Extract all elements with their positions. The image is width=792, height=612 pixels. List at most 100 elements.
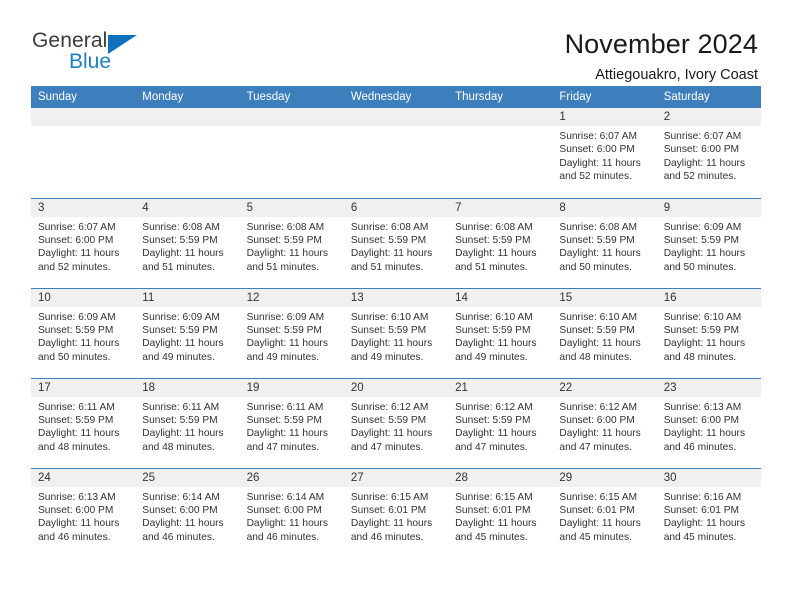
calendar-day-cell[interactable]: 4 Sunrise: 6:08 AM Sunset: 5:59 PM Daylight…	[135, 197, 240, 288]
sunset-text: Sunset: 6:00 PM	[663, 414, 740, 426]
calendar-day-cell[interactable]: 11 Sunrise: 6:09 AM Sunset: 5:59 PM Dayligh…	[135, 287, 240, 378]
sunrise-text: Sunrise: 6:15 AM	[455, 491, 533, 503]
calendar-day-cell[interactable]	[239, 108, 344, 198]
calendar-day-cell[interactable]: 21 Sunrise: 6:12 AM Sunset: 5:59 PM Dayligh…	[448, 377, 553, 468]
calendar-day-cell[interactable]: 26 Sunrise: 6:14 AM Sunset: 6:00 PM Dayligh…	[239, 467, 344, 558]
day-number	[239, 108, 344, 126]
sunset-text: Sunset: 5:59 PM	[38, 414, 114, 426]
calendar-day-cell[interactable]: 29 Sunrise: 6:15 AM Sunset: 6:01 PM Dayligh…	[552, 467, 657, 558]
calendar-day-cell[interactable]: 20 Sunrise: 6:12 AM Sunset: 5:59 PM Dayligh…	[343, 377, 449, 468]
sunset-text: Sunset: 5:59 PM	[559, 324, 635, 336]
daylight-text-line1: Daylight: 11 hours	[350, 338, 433, 350]
daylight-text-line1: Daylight: 11 hours	[663, 518, 746, 530]
day-number	[343, 108, 449, 126]
calendar-day-cell[interactable]: 12 Sunrise: 6:09 AM Sunset: 5:59 PM Dayligh…	[239, 287, 344, 378]
calendar-day-cell[interactable]: 10 Sunrise: 6:09 AM Sunset: 5:59 PM Dayligh…	[31, 287, 136, 378]
calendar-day-cell[interactable]: 25 Sunrise: 6:14 AM Sunset: 6:00 PM Dayligh…	[135, 467, 240, 558]
weekday-header-wednesday: Wednesday	[343, 86, 449, 108]
day-number: 27	[343, 468, 449, 487]
calendar-day-cell[interactable]: 23 Sunrise: 6:13 AM Sunset: 6:00 PM Dayligh…	[656, 377, 761, 468]
calendar-day-cell[interactable]	[31, 108, 136, 198]
calendar-day-cell[interactable]: 24 Sunrise: 6:13 AM Sunset: 6:00 PM Dayligh…	[31, 467, 136, 558]
daylight-text-line1: Daylight: 11 hours	[246, 428, 328, 440]
daylight-text-line2: and 48 minutes.	[38, 441, 111, 453]
daylight-text-line1: Daylight: 11 hours	[142, 248, 224, 260]
calendar-day-cell[interactable]: 1 Sunrise: 6:07 AM Sunset: 6:00 PM Daylight…	[552, 108, 657, 198]
calendar-day-cell[interactable]: 2 Sunrise: 6:07 AM Sunset: 6:00 PM Daylight…	[656, 108, 761, 198]
calendar-day-cell[interactable]: 17 Sunrise: 6:11 AM Sunset: 5:59 PM Dayligh…	[31, 377, 136, 468]
calendar-day-cell[interactable]: 8 Sunrise: 6:08 AM Sunset: 5:59 PM Daylight…	[552, 197, 657, 288]
calendar-day-cell[interactable]: 28 Sunrise: 6:15 AM Sunset: 6:01 PM Dayligh…	[448, 467, 553, 558]
daylight-text-line1: Daylight: 11 hours	[38, 338, 120, 350]
calendar-day-cell[interactable]: 16 Sunrise: 6:10 AM Sunset: 5:59 PM Dayligh…	[656, 287, 761, 378]
sunrise-text: Sunrise: 6:09 AM	[38, 311, 116, 323]
day-details: Sunrise: 6:08 AM Sunset: 5:59 PM Daylight:…	[240, 217, 344, 275]
daylight-text-line2: and 46 minutes.	[663, 441, 737, 453]
sunrise-text: Sunrise: 6:09 AM	[663, 221, 742, 233]
calendar-day-cell[interactable]: 3 Sunrise: 6:07 AM Sunset: 6:00 PM Daylight…	[31, 197, 136, 288]
sunrise-text: Sunrise: 6:07 AM	[38, 221, 116, 233]
day-number: 2	[656, 108, 761, 126]
sunrise-text: Sunrise: 6:07 AM	[663, 131, 742, 142]
calendar-day-cell[interactable]: 18 Sunrise: 6:11 AM Sunset: 5:59 PM Dayligh…	[135, 377, 240, 468]
day-details: Sunrise: 6:08 AM Sunset: 5:59 PM Daylight:…	[552, 217, 656, 275]
calendar-day-cell[interactable]: 30 Sunrise: 6:16 AM Sunset: 6:01 PM Dayligh…	[656, 467, 761, 558]
daylight-text-line1: Daylight: 11 hours	[38, 518, 120, 530]
calendar-day-cell[interactable]: 9 Sunrise: 6:09 AM Sunset: 5:59 PM Daylight…	[656, 197, 761, 288]
sunset-text: Sunset: 5:59 PM	[246, 324, 322, 336]
sunrise-text: Sunrise: 6:11 AM	[246, 401, 324, 413]
daylight-text-line1: Daylight: 11 hours	[455, 428, 537, 440]
sunset-text: Sunset: 6:01 PM	[663, 504, 740, 516]
calendar-day-cell[interactable]	[135, 108, 240, 198]
triangle-logo-icon	[108, 35, 137, 54]
weekday-header-thursday: Thursday	[448, 86, 553, 108]
calendar-day-cell[interactable]: 7 Sunrise: 6:08 AM Sunset: 5:59 PM Daylight…	[448, 197, 553, 288]
calendar-day-cell[interactable]	[343, 108, 449, 198]
calendar-day-cell[interactable]: 19 Sunrise: 6:11 AM Sunset: 5:59 PM Dayligh…	[239, 377, 344, 468]
calendar-page: General Blue November 2024 Attiegouakro,…	[0, 0, 792, 612]
calendar-body: 1 Sunrise: 6:07 AM Sunset: 6:00 PM Daylight…	[31, 108, 761, 558]
sunset-text: Sunset: 5:59 PM	[663, 234, 740, 246]
calendar-day-cell[interactable]: 22 Sunrise: 6:12 AM Sunset: 6:00 PM Dayligh…	[552, 377, 657, 468]
sunset-text: Sunset: 5:59 PM	[142, 234, 218, 246]
day-number: 3	[31, 198, 136, 217]
day-number: 18	[135, 378, 240, 397]
calendar-day-cell[interactable]: 6 Sunrise: 6:08 AM Sunset: 5:59 PM Daylight…	[343, 197, 449, 288]
sunset-text: Sunset: 5:59 PM	[350, 414, 427, 426]
calendar-day-cell[interactable]: 5 Sunrise: 6:08 AM Sunset: 5:59 PM Daylight…	[239, 197, 344, 288]
day-number: 23	[656, 378, 761, 397]
day-details: Sunrise: 6:10 AM Sunset: 5:59 PM Daylight:…	[448, 307, 552, 365]
daylight-text-line1: Daylight: 11 hours	[246, 518, 328, 530]
daylight-text-line1: Daylight: 11 hours	[350, 428, 433, 440]
calendar-day-cell[interactable]	[448, 108, 553, 198]
sunset-text: Sunset: 5:59 PM	[38, 324, 114, 336]
calendar-day-cell[interactable]: 14 Sunrise: 6:10 AM Sunset: 5:59 PM Dayligh…	[448, 287, 553, 378]
daylight-text-line1: Daylight: 11 hours	[559, 518, 641, 530]
day-details: Sunrise: 6:08 AM Sunset: 5:59 PM Daylight:…	[448, 217, 552, 275]
day-number: 11	[135, 288, 240, 307]
calendar-day-cell[interactable]: 13 Sunrise: 6:10 AM Sunset: 5:59 PM Dayligh…	[343, 287, 449, 378]
day-details: Sunrise: 6:09 AM Sunset: 5:59 PM Daylight:…	[135, 307, 239, 365]
daylight-text-line2: and 50 minutes.	[559, 261, 632, 273]
day-number: 1	[552, 108, 657, 126]
daylight-text-line2: and 51 minutes.	[350, 261, 424, 273]
day-details: Sunrise: 6:07 AM Sunset: 6:00 PM Daylight:…	[31, 217, 135, 275]
daylight-text-line2: and 48 minutes.	[559, 351, 632, 363]
sunrise-text: Sunrise: 6:14 AM	[246, 491, 325, 503]
sunrise-text: Sunrise: 6:10 AM	[350, 311, 429, 323]
daylight-text-line2: and 50 minutes.	[38, 351, 111, 363]
calendar-day-cell[interactable]: 15 Sunrise: 6:10 AM Sunset: 5:59 PM Dayligh…	[552, 287, 657, 378]
daylight-text-line2: and 48 minutes.	[142, 441, 215, 453]
day-details: Sunrise: 6:12 AM Sunset: 6:00 PM Daylight:…	[552, 397, 656, 455]
day-number: 26	[239, 468, 344, 487]
day-details: Sunrise: 6:13 AM Sunset: 6:00 PM Daylight:…	[657, 397, 761, 455]
sunrise-text: Sunrise: 6:11 AM	[142, 401, 220, 413]
sunrise-text: Sunrise: 6:11 AM	[38, 401, 115, 413]
calendar-day-cell[interactable]: 27 Sunrise: 6:15 AM Sunset: 6:01 PM Dayligh…	[343, 467, 449, 558]
sunrise-text: Sunrise: 6:07 AM	[559, 131, 637, 142]
general-blue-logo[interactable]: General Blue	[32, 28, 152, 72]
day-number: 10	[31, 288, 136, 307]
sunset-text: Sunset: 6:01 PM	[455, 504, 531, 516]
sunrise-text: Sunrise: 6:08 AM	[559, 221, 637, 233]
sunset-text: Sunset: 5:59 PM	[246, 414, 322, 426]
